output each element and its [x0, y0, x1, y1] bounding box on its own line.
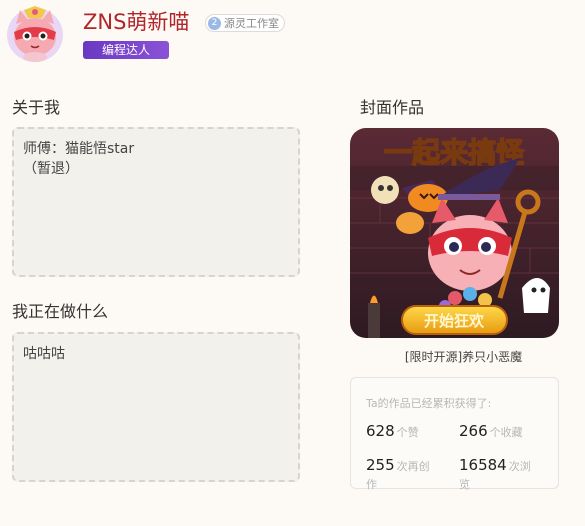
remixes-count: 255 [366, 456, 395, 474]
studio-name: 源灵工作室 [224, 17, 279, 30]
work-title-link[interactable]: [限时开源]养只小恶魔 [350, 348, 577, 365]
stats-panel: Ta的作品已经累积获得了: 628 个赞 266 个收藏 255 次再创 作 1658… [350, 377, 559, 491]
stat-favorites: 266 个收藏 [459, 422, 559, 442]
cover-title: 封面作品 [360, 98, 425, 117]
cover-image[interactable]: 一起来搞怪 开始狂欢 [350, 128, 559, 338]
doing-text: 咕咕咕 [23, 346, 65, 362]
likes-count: 628 [366, 422, 395, 440]
username: ZNS萌新喵 [83, 10, 190, 34]
title-badge: 编程达人 [83, 41, 169, 59]
remixes-unit-wrap: 作 [366, 478, 377, 491]
studio-tag[interactable]: 2 源灵工作室 [205, 14, 285, 32]
stat-likes: 628 个赞 [366, 422, 466, 442]
favorites-unit: 个收藏 [489, 426, 523, 439]
stats-title: Ta的作品已经累积获得了: [366, 397, 492, 410]
about-box: 师傅：猫能悟star （暂退） [12, 127, 300, 277]
studio-level-icon: 2 [208, 16, 221, 30]
about-line-master: 师傅：猫能悟star [23, 141, 135, 157]
views-count: 16584 [459, 456, 507, 474]
remixes-unit: 次再创 [396, 460, 430, 473]
views-unit: 次浏 [508, 460, 531, 473]
stat-remixes: 255 次再创 作 [366, 456, 466, 494]
stat-views: 16584 次浏 览 [459, 456, 559, 494]
avatar[interactable] [6, 4, 64, 64]
doing-title: 我正在做什么 [12, 302, 109, 321]
cover-illustration: 一起来搞怪 开始狂欢 [350, 128, 559, 338]
favorites-count: 266 [459, 422, 488, 440]
about-title: 关于我 [12, 98, 61, 117]
cat-avatar-icon [7, 6, 63, 62]
likes-unit: 个赞 [396, 426, 419, 439]
doing-box: 咕咕咕 [12, 332, 300, 482]
about-line-status: （暂退） [23, 161, 79, 177]
cover-start-button-text: 开始狂欢 [424, 312, 485, 330]
views-unit-wrap: 览 [459, 478, 470, 491]
